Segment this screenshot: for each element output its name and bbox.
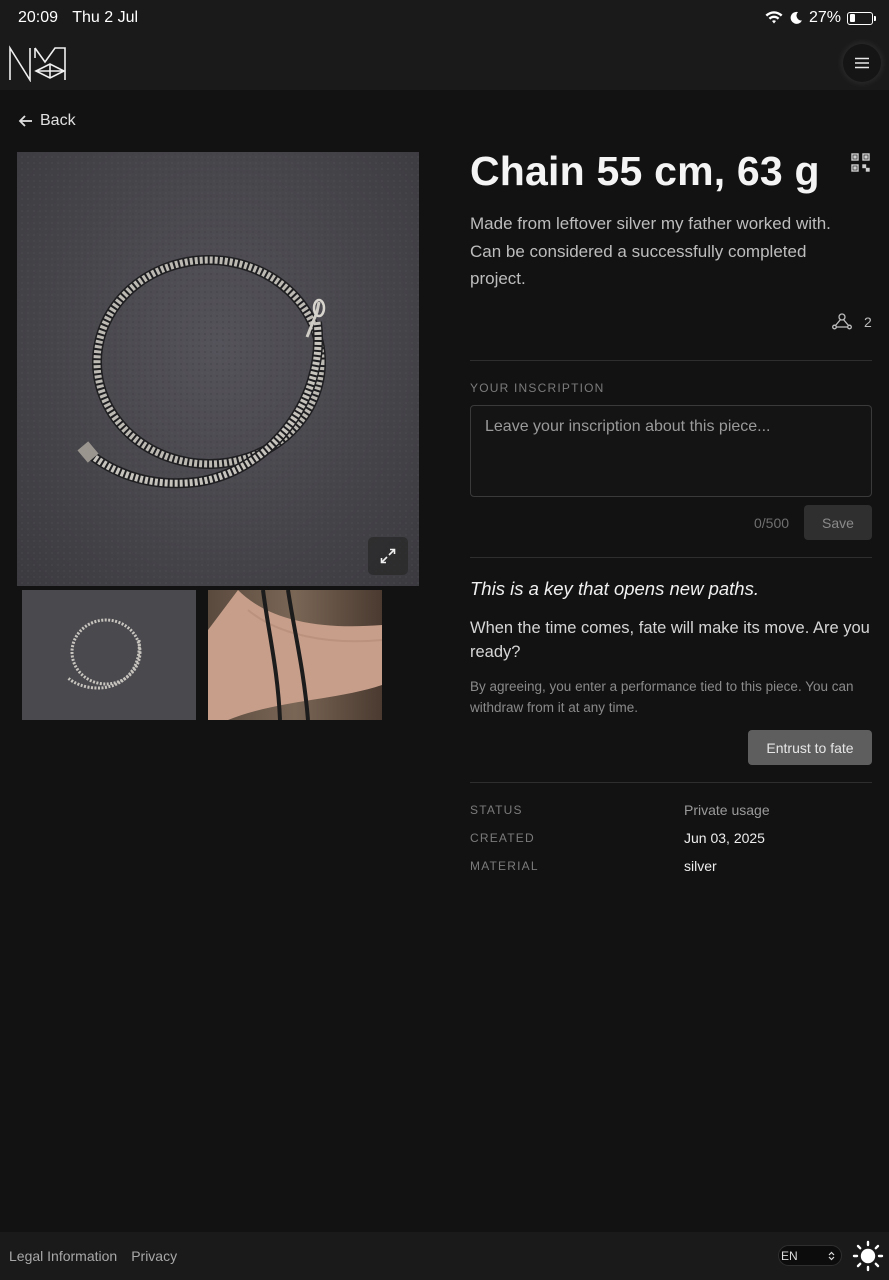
status-date: Thu 2 Jul [72, 9, 139, 26]
footer: Legal Information Privacy EN [0, 1232, 889, 1280]
network-icon [832, 313, 852, 330]
item-description: Made from leftover silver my father work… [470, 214, 831, 288]
battery-fill [849, 14, 856, 22]
key-statement: This is a key that opens new paths. [470, 578, 759, 599]
divider [470, 557, 872, 558]
app-header [0, 36, 889, 90]
owners-count-value: 2 [864, 313, 872, 330]
product-main-image[interactable] [17, 152, 419, 586]
owners-count: 2 [832, 313, 872, 330]
status-bar: 20:09 Thu 2 Jul 27% [0, 0, 889, 36]
material-label: MATERIAL [470, 859, 539, 873]
back-label: Back [40, 112, 76, 129]
status-right: 27% [765, 9, 876, 27]
theme-toggle[interactable] [851, 1239, 885, 1276]
silver-chain-image [17, 152, 419, 586]
thumbnail-2[interactable] [208, 590, 382, 720]
chain-thumbnail-image [67, 618, 142, 690]
hamburger-menu-icon [855, 57, 869, 69]
qr-code-button[interactable] [851, 153, 870, 177]
fate-question: When the time comes, fate will make its … [470, 619, 870, 661]
status-value: Private usage [684, 802, 770, 818]
expand-icon [380, 548, 396, 564]
moon-icon [790, 11, 802, 24]
menu-button[interactable] [843, 44, 881, 82]
divider [470, 360, 872, 361]
updown-chevron-icon [828, 1251, 835, 1260]
inscription-label: YOUR INSCRIPTION [470, 381, 605, 395]
status-label: STATUS [470, 803, 523, 817]
status-left: 20:09 Thu 2 Jul [18, 9, 148, 27]
status-time: 20:09 [18, 9, 59, 26]
legal-information-link[interactable]: Legal Information [9, 1248, 117, 1264]
back-link[interactable]: Back [18, 112, 76, 130]
qr-code-icon [851, 153, 870, 172]
language-select[interactable]: EN [778, 1245, 842, 1266]
nm-logo[interactable] [8, 44, 66, 87]
language-value: EN [781, 1248, 798, 1263]
agreement-note: By agreeing, you enter a performance tie… [470, 679, 854, 715]
created-value: Jun 03, 2025 [684, 830, 765, 846]
wifi-icon [765, 11, 783, 24]
worn-chain-thumbnail-image [208, 590, 382, 720]
entrust-to-fate-button[interactable]: Entrust to fate [748, 730, 872, 765]
material-value: silver [684, 858, 717, 874]
arrow-left-icon [18, 115, 32, 127]
item-title: Chain 55 cm, 63 g [470, 148, 820, 194]
save-button[interactable]: Save [804, 505, 872, 540]
expand-image-button[interactable] [368, 537, 408, 575]
divider [470, 782, 872, 783]
privacy-link[interactable]: Privacy [131, 1248, 177, 1264]
created-label: CREATED [470, 831, 535, 845]
inscription-input[interactable] [470, 405, 872, 497]
sun-icon [852, 1240, 884, 1272]
battery-icon [847, 11, 876, 25]
battery-percent: 27% [808, 9, 841, 26]
inscription-counter: 0/500 [754, 515, 790, 531]
thumbnail-1[interactable] [22, 590, 196, 720]
